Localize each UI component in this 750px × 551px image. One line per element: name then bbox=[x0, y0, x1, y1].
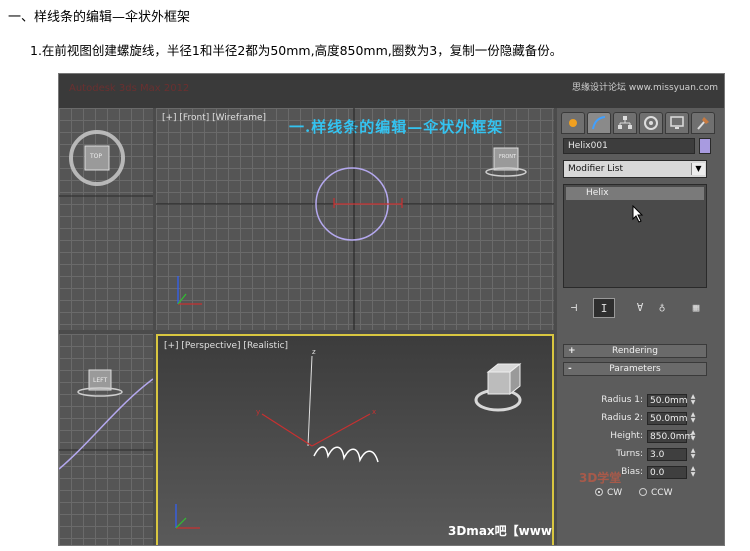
command-tabs bbox=[561, 112, 721, 134]
cw-radio-dot bbox=[595, 488, 603, 496]
object-color-swatch[interactable] bbox=[699, 138, 711, 154]
cw-radio[interactable]: CW bbox=[595, 488, 622, 498]
make-unique-icon[interactable]: ∀ bbox=[629, 298, 651, 318]
param-turns-row: Turns: 3.0 ▲ ▼ bbox=[563, 448, 707, 462]
param-radius1-input[interactable]: 50.0mm bbox=[647, 394, 688, 407]
viewport-perspective[interactable]: [+] [Perspective] [Realistic] z y x 3Dma… bbox=[156, 334, 554, 545]
ccw-radio-dot bbox=[639, 488, 647, 496]
viewport-front[interactable]: [+] [Front] [Wireframe] 一.样线条的编辑—伞状外框架 F… bbox=[156, 108, 554, 330]
param-radius1-label: Radius 1: bbox=[601, 395, 643, 405]
top-cube-label: TOP bbox=[90, 153, 103, 160]
parameters-rollout-label: Parameters bbox=[609, 364, 661, 374]
top-strip: Autodesk 3ds Max 2012 思缘设计论坛 www.missyua… bbox=[59, 74, 724, 108]
bottom-watermark: 3Dmax吧【www.linecg.com/tieba/1771】 bbox=[448, 524, 552, 538]
max-screenshot: Autodesk 3ds Max 2012 思缘设计论坛 www.missyua… bbox=[58, 73, 725, 546]
param-turns-input[interactable]: 3.0 bbox=[647, 448, 687, 461]
perspective-scene: z y x bbox=[175, 348, 522, 529]
object-name-field[interactable]: Helix001 bbox=[563, 138, 695, 154]
param-bias-spinner[interactable]: ▲ ▼ bbox=[689, 466, 697, 479]
step-instruction: 1.在前视图创建螺旋线，半径1和半径2都为50mm,高度850mm,圈数为3，复… bbox=[30, 43, 563, 58]
param-bias-label: Bias: bbox=[621, 467, 643, 477]
param-bias-input[interactable]: 0.0 bbox=[647, 466, 687, 479]
utilities-icon[interactable] bbox=[691, 112, 715, 134]
parameters-panel: Radius 1: 50.0mm ▲ ▼ Radius 2: 50.0mm ▲ ▼ … bbox=[563, 394, 707, 514]
svg-text:z: z bbox=[312, 348, 316, 356]
front-scene bbox=[156, 108, 554, 330]
param-height-spinner[interactable]: ▲ ▼ bbox=[689, 430, 697, 443]
left-scene bbox=[59, 369, 153, 470]
parameters-rollout-sign: - bbox=[568, 364, 572, 374]
mouse-cursor-icon bbox=[632, 205, 644, 223]
parameters-rollout[interactable]: - Parameters bbox=[563, 362, 707, 376]
top-viewcube bbox=[59, 130, 153, 197]
param-radius1-spinner[interactable]: ▲ ▼ bbox=[689, 394, 697, 407]
faint-logo: 3D学堂 bbox=[579, 471, 622, 485]
modify-icon[interactable] bbox=[587, 112, 611, 134]
param-height-row: Height: 850.0mm ▲ ▼ bbox=[563, 430, 707, 444]
create-icon[interactable] bbox=[561, 112, 585, 134]
stack-toolbar: ⊣ I ∀ ♁ ▦ bbox=[563, 298, 713, 320]
param-turns-spinner[interactable]: ▲ ▼ bbox=[689, 448, 697, 461]
param-radius2-row: Radius 2: 50.0mm ▲ ▼ bbox=[563, 412, 707, 426]
param-radius1-row: Radius 1: 50.0mm ▲ ▼ bbox=[563, 394, 707, 408]
modifier-stack[interactable]: Helix bbox=[563, 184, 707, 288]
remove-modifier-icon[interactable]: ♁ bbox=[651, 298, 673, 318]
modifier-list-dropdown[interactable]: Modifier List bbox=[563, 160, 707, 178]
display-icon[interactable] bbox=[665, 112, 689, 134]
param-turns-label: Turns: bbox=[616, 449, 643, 459]
svg-text:y: y bbox=[256, 408, 260, 416]
pin-stack-icon[interactable]: ⊣ bbox=[563, 298, 585, 318]
top-watermark: 思缘设计论坛 www.missyuan.com bbox=[572, 83, 718, 93]
ccw-radio-label: CCW bbox=[651, 488, 673, 498]
ccw-radio[interactable]: CCW bbox=[639, 488, 672, 498]
param-radius2-spinner[interactable]: ▲ ▼ bbox=[689, 412, 697, 425]
motion-icon[interactable] bbox=[639, 112, 663, 134]
param-height-input[interactable]: 850.0mm bbox=[647, 430, 693, 443]
viewport-left[interactable]: LEFT bbox=[59, 334, 153, 545]
hierarchy-icon[interactable] bbox=[613, 112, 637, 134]
front-cube-label: FRONT bbox=[499, 154, 517, 160]
param-height-label: Height: bbox=[610, 431, 643, 441]
viewport-top[interactable]: TOP bbox=[59, 108, 153, 330]
show-end-result-icon[interactable]: I bbox=[593, 298, 615, 318]
rendering-rollout-sign: + bbox=[568, 346, 576, 356]
left-cube-label: LEFT bbox=[93, 377, 108, 384]
param-radius2-label: Radius 2: bbox=[601, 413, 643, 423]
rendering-rollout[interactable]: + Rendering bbox=[563, 344, 707, 358]
chevron-down-icon[interactable]: ▼ bbox=[691, 163, 705, 175]
configure-modifier-sets-icon[interactable]: ▦ bbox=[685, 298, 707, 318]
ghost-title: Autodesk 3ds Max 2012 bbox=[69, 83, 190, 94]
article-heading: 一、样线条的编辑—伞状外框架 bbox=[8, 10, 191, 25]
rendering-rollout-label: Rendering bbox=[612, 346, 658, 356]
direction-row: CW CCW bbox=[563, 488, 707, 502]
stack-item-helix[interactable]: Helix bbox=[566, 187, 704, 200]
svg-text:x: x bbox=[372, 408, 376, 416]
param-radius2-input[interactable]: 50.0mm bbox=[647, 412, 688, 425]
cw-radio-label: CW bbox=[607, 488, 623, 498]
